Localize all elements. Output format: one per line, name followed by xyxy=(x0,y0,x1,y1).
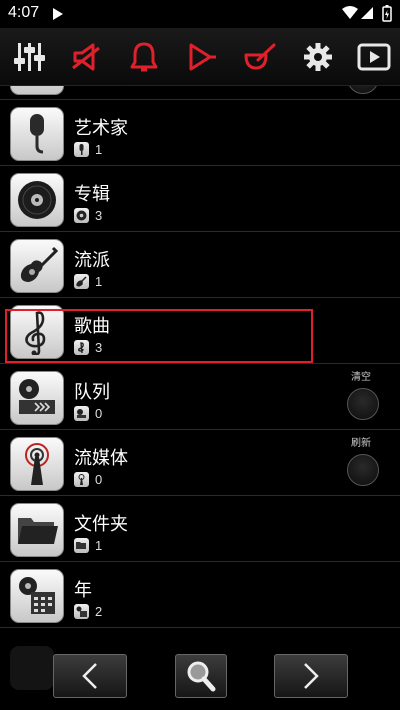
top-toolbar xyxy=(0,28,400,86)
list-item-queue[interactable]: 队列 0 清空 xyxy=(0,364,400,430)
list-item-count: 3 xyxy=(95,208,103,223)
list-item-streams[interactable]: 流媒体 0 刷新 xyxy=(0,430,400,496)
calendar-mini-icon xyxy=(74,604,89,619)
list-item-folders[interactable]: 文件夹 1 xyxy=(0,496,400,562)
gear-icon xyxy=(304,43,332,71)
now-playing-button[interactable] xyxy=(352,36,396,78)
refresh-streams-label: 刷新 xyxy=(351,438,371,449)
clear-queue-button[interactable] xyxy=(347,388,379,420)
back-arrow-icon xyxy=(82,663,97,689)
list-item-count: 2 xyxy=(95,604,103,619)
refresh-streams-button[interactable] xyxy=(347,454,379,486)
signal-icon xyxy=(361,7,373,19)
list-item-artists[interactable]: 艺术家 1 xyxy=(0,100,400,166)
antenna-mini-icon xyxy=(74,472,89,487)
search-icon xyxy=(187,661,216,692)
disc-icon xyxy=(18,181,56,219)
list-item-years[interactable]: 年 2 xyxy=(0,562,400,628)
bell-icon xyxy=(130,42,158,72)
calendar-icon xyxy=(19,577,55,614)
settings-button[interactable] xyxy=(296,36,340,78)
search-button[interactable] xyxy=(175,654,227,698)
equalizer-icon xyxy=(14,43,45,71)
play-box-icon xyxy=(357,43,391,71)
forward-button[interactable] xyxy=(274,654,348,698)
status-time: 4:07 xyxy=(8,4,40,21)
list-item-genres[interactable]: 流派 1 xyxy=(0,232,400,298)
list-item-title: 流派 xyxy=(74,250,110,271)
microphone-icon xyxy=(30,114,44,154)
status-bar: 4:07 xyxy=(0,0,400,28)
list-item-title: 年 xyxy=(74,580,92,601)
list-item-title: 流媒体 xyxy=(74,448,128,469)
wifi-icon xyxy=(342,6,358,19)
bottom-nav-bar xyxy=(0,640,400,710)
list-item-partial[interactable] xyxy=(0,86,400,100)
list-item-count: 0 xyxy=(95,406,103,421)
faded-star-icon xyxy=(10,646,54,690)
list-item-title: 文件夹 xyxy=(74,514,128,535)
queue-icon xyxy=(19,379,55,414)
disc-mini-icon xyxy=(74,208,89,223)
list-item-count: 1 xyxy=(95,142,103,157)
play-outline-icon xyxy=(189,43,216,71)
speaker-button[interactable] xyxy=(66,36,110,78)
battery-icon xyxy=(382,5,392,22)
list-item-count: 1 xyxy=(95,274,103,289)
list-item-albums[interactable]: 专辑 3 xyxy=(0,166,400,232)
guitar-icon xyxy=(20,246,59,282)
mortar-icon xyxy=(244,43,276,70)
folder-icon xyxy=(18,518,58,544)
media-play-icon xyxy=(53,8,63,20)
selection-highlight xyxy=(5,309,313,363)
guitar-mini-icon xyxy=(74,274,89,289)
play-outline-button[interactable] xyxy=(180,36,224,78)
antenna-icon xyxy=(25,443,49,485)
list-item-title: 艺术家 xyxy=(74,118,128,139)
forward-arrow-icon xyxy=(304,663,319,689)
list-item-count: 1 xyxy=(95,538,103,553)
mortar-button[interactable] xyxy=(238,36,282,78)
back-button[interactable] xyxy=(53,654,127,698)
microphone-mini-icon xyxy=(74,142,89,157)
clear-queue-label: 清空 xyxy=(351,372,371,383)
list-item-title: 队列 xyxy=(74,382,110,403)
speaker-icon xyxy=(72,43,100,71)
bell-button[interactable] xyxy=(122,36,166,78)
folder-mini-icon xyxy=(74,538,89,553)
list-item-title: 专辑 xyxy=(74,184,110,205)
partial-tile-icon xyxy=(10,86,64,95)
equalizer-button[interactable] xyxy=(8,36,52,78)
list-item-count: 0 xyxy=(95,472,103,487)
partial-circle-button[interactable] xyxy=(347,86,379,94)
queue-mini-icon xyxy=(74,406,89,421)
